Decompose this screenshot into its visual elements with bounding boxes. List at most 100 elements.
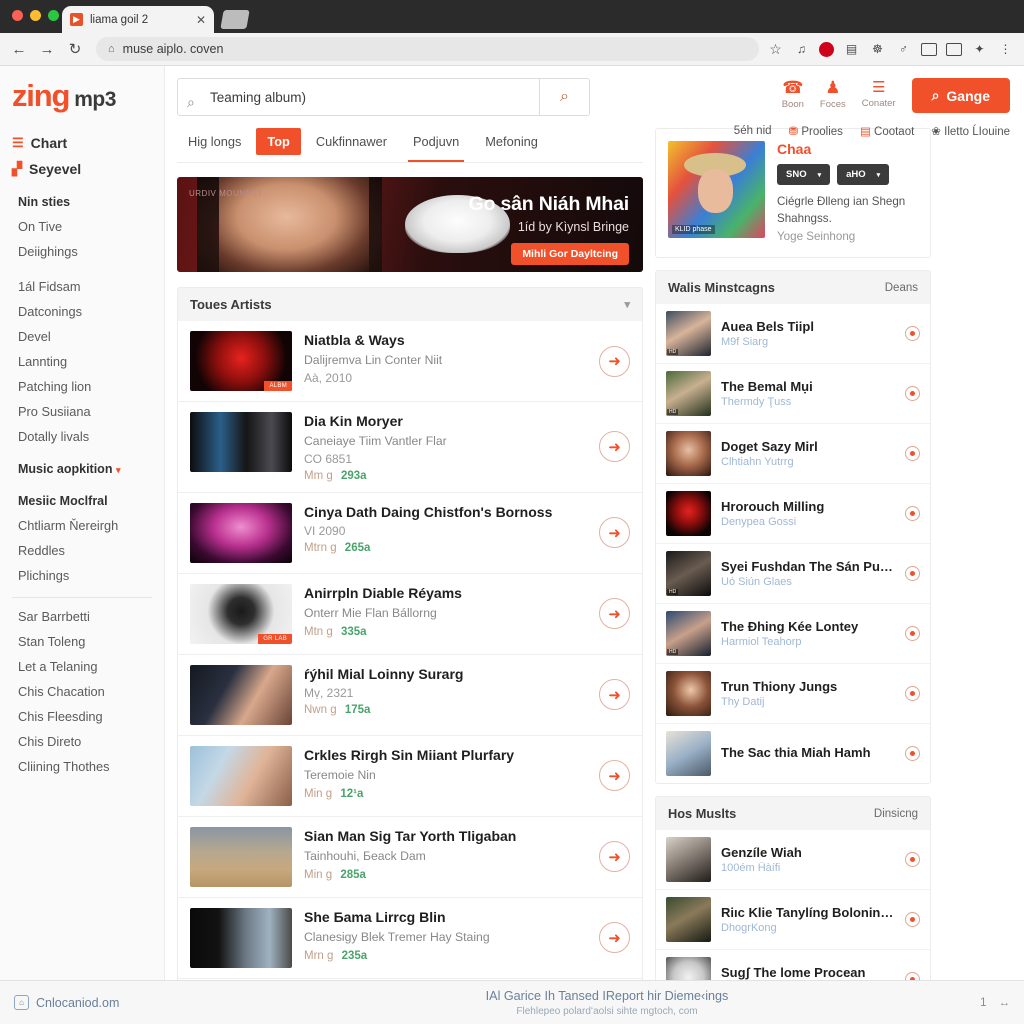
list-item[interactable]: Doget Sazy Mirl Clhtiahn Yutrrg — [656, 424, 930, 485]
sidebar-section-toggle[interactable]: Music aopkition ▾ — [0, 449, 164, 481]
play-button[interactable]: ➜ — [599, 431, 630, 463]
tab-mefoning[interactable]: Mefoning — [474, 128, 549, 155]
play-button[interactable]: ➜ — [599, 517, 630, 549]
panel-more-link[interactable]: Deans — [885, 282, 918, 294]
sidebar-item-chis-direto[interactable]: Chis Direto — [0, 729, 164, 754]
list-item[interactable]: Genzíle Wiah 100ém Ĥàífi — [656, 830, 930, 891]
table-row[interactable]: Sian Man Sig Tar Yorth Tligaban Tainhouh… — [178, 817, 642, 898]
sidebar-item-pro-susiiana[interactable]: Pro Susiiana — [0, 399, 164, 424]
hero-cta-button[interactable]: Mihli Gor Dayltcing — [511, 243, 629, 265]
list-item[interactable]: HD The Bemal Mụi Thermdy Ţuss — [656, 364, 930, 425]
sidebar-item-on-tive[interactable]: On Tive — [0, 214, 164, 239]
site-logo[interactable]: zing mp3 — [0, 78, 164, 130]
table-row[interactable]: Dia Kin Moryer Caneiaye Tiim Vantler Fla… — [178, 402, 642, 493]
extension-grid-icon[interactable]: ▤ — [843, 41, 860, 58]
play-dot-button[interactable] — [905, 686, 920, 702]
close-tab-icon[interactable]: ✕ — [196, 13, 206, 27]
header-action-boon[interactable]: ☎ Boon — [782, 78, 804, 110]
chevron-down-icon[interactable]: ▾ — [624, 298, 630, 311]
sidebar-item-patching-lion[interactable]: Patching lion — [0, 374, 164, 399]
play-dot-button[interactable] — [905, 626, 920, 642]
list-item[interactable]: Hrorouch Milling Denypea Gossi — [656, 484, 930, 545]
play-dot-button[interactable] — [905, 326, 920, 342]
header-link-iletto[interactable]: ❀ Iletto ĹIouine — [931, 124, 1010, 138]
play-button[interactable]: ➜ — [599, 760, 630, 792]
promo-dropdown-aho[interactable]: aHO ▾ — [837, 164, 890, 185]
extension-screen-icon[interactable] — [946, 42, 962, 56]
search-input[interactable] — [178, 79, 539, 115]
play-dot-button[interactable] — [905, 506, 920, 522]
sidebar-item-chis-chacation[interactable]: Chis Chacation — [0, 679, 164, 704]
play-button[interactable]: ➜ — [599, 922, 630, 954]
list-item[interactable]: HD Syei Fushdan The Sán Pulaph Uó Siún G… — [656, 544, 930, 605]
play-button[interactable]: ➜ — [599, 598, 630, 630]
search-submit-button[interactable]: ⌕ — [539, 79, 589, 115]
reload-icon[interactable]: ↻ — [62, 36, 88, 62]
panel-more-link[interactable]: Dinsicng — [874, 808, 918, 820]
footer-notice-line1[interactable]: ІAl Garice Іh Tansed ІReport hir Dieme‹i… — [314, 989, 900, 1003]
header-link-cootaot[interactable]: ▤ Cootaot — [860, 124, 914, 138]
close-window-button[interactable] — [12, 10, 23, 21]
hero-banner[interactable]: URDIV MOUNEST Go sân Niáh Mhai 1íd by Kì… — [177, 177, 643, 272]
resize-icon[interactable]: ↔ — [999, 997, 1011, 1009]
window-controls[interactable] — [12, 10, 59, 21]
tab-hig-longs[interactable]: Hig longs — [177, 128, 252, 155]
gange-cta-button[interactable]: ⌕ Gange — [911, 78, 1010, 113]
tab-podjuvn[interactable]: Podjuvn — [402, 128, 470, 162]
sidebar-item-cliining-thothes[interactable]: Cliining Thothes — [0, 754, 164, 779]
sidebar-item-dotally-livals[interactable]: Dotally livals — [0, 424, 164, 449]
play-dot-button[interactable] — [905, 566, 920, 582]
header-action-conater[interactable]: ☰ Conater — [862, 78, 896, 109]
sidebar-item-plichings[interactable]: Plichings — [0, 563, 164, 588]
table-row[interactable]: ŕýhil Mial Loinny Surarg Mṿ, 2321 Nwn g … — [178, 655, 642, 736]
sidebar-item-reddles[interactable]: Reddles — [0, 538, 164, 563]
list-item[interactable]: Trun Thiony Jungs Thy Datij — [656, 664, 930, 725]
sidebar-item-datconings[interactable]: Datconings — [0, 299, 164, 324]
play-button[interactable]: ➜ — [599, 345, 630, 377]
play-dot-button[interactable] — [905, 746, 920, 762]
header-link-5eh-nid[interactable]: 5éh nid — [734, 125, 772, 137]
play-button[interactable]: ➜ — [599, 841, 630, 873]
sidebar-item-let-a-telaning[interactable]: Let a Telaning — [0, 654, 164, 679]
sidebar-item-chart[interactable]: ☰ Chart — [0, 130, 164, 156]
extension-record-icon[interactable] — [819, 41, 834, 57]
extension-music-icon[interactable]: ♫ — [793, 41, 810, 58]
tab-top[interactable]: Top — [256, 128, 301, 155]
bookmark-star-icon[interactable]: ☆ — [767, 41, 784, 58]
sidebar-item-fidsam[interactable]: 1ál Fidsam — [0, 274, 164, 299]
sidebar-item-sar-barrbetti[interactable]: Sar Barrbetti — [0, 604, 164, 629]
sidebar-item-stan-toleng[interactable]: Stan Toleng — [0, 629, 164, 654]
browser-menu-icon[interactable]: ⋮ — [997, 41, 1014, 58]
list-item[interactable]: HD The Đhing Kée Lontey Harmiol Teahorp — [656, 604, 930, 665]
sidebar-item-lannting[interactable]: Lannting — [0, 349, 164, 374]
table-row[interactable]: She Бama Lirrcg Blin Clanesigy Blek Trem… — [178, 898, 642, 979]
promo-dropdown-sno[interactable]: SNO ▾ — [777, 164, 831, 185]
table-row[interactable]: Cinya Dath Daing Chistfon's Bornoss VI 2… — [178, 493, 642, 574]
list-item[interactable]: Riıс Klie Tanylíng Boloninng DhogrΚong — [656, 890, 930, 951]
extension-globe-icon[interactable]: ☸ — [869, 41, 886, 58]
play-button[interactable]: ➜ — [599, 679, 630, 711]
play-dot-button[interactable] — [905, 386, 920, 402]
table-row[interactable]: Crkles Rirgh Sin Miiant Plurfary Teremoi… — [178, 736, 642, 817]
footer-left[interactable]: ⌂ Cnlocaniod.om — [14, 995, 314, 1010]
play-dot-button[interactable] — [905, 446, 920, 462]
tab-cukfinnawer[interactable]: Cukfinnawer — [305, 128, 398, 155]
extension-window-icon[interactable] — [921, 42, 937, 56]
header-link-proolies[interactable]: ⛃ Proolies — [789, 124, 843, 138]
browser-tab[interactable]: ▶ liama goil 2 ✕ — [62, 6, 214, 33]
sidebar-item-chtliarm[interactable]: Chtliarm Ňereirgh — [0, 513, 164, 538]
back-icon[interactable]: ← — [6, 36, 32, 62]
play-dot-button[interactable] — [905, 912, 920, 928]
table-row[interactable]: ALBM Niatbla & Ways Dalijremva Lin Conte… — [178, 321, 642, 402]
extension-user-icon[interactable]: ♂ — [895, 41, 912, 58]
address-bar[interactable]: ⌂ muse aiplo. coven — [96, 37, 759, 61]
sidebar-item-seyevel[interactable]: ▞ Seyevel — [0, 156, 164, 182]
search-box[interactable]: ⌕ — [177, 78, 590, 116]
header-action-foces[interactable]: ♟ Foces — [820, 78, 846, 110]
extension-puzzle-icon[interactable]: ✦ — [971, 41, 988, 58]
promo-card[interactable]: KLID phase Chaa SNO ▾ aHO ▾ Ciégrle Đlle… — [655, 128, 931, 259]
sidebar-item-deiighings[interactable]: Deiighings — [0, 239, 164, 264]
play-dot-button[interactable] — [905, 852, 920, 868]
minimize-window-button[interactable] — [30, 10, 41, 21]
list-item[interactable]: The Sac thia Miah Hamh — [656, 724, 930, 783]
